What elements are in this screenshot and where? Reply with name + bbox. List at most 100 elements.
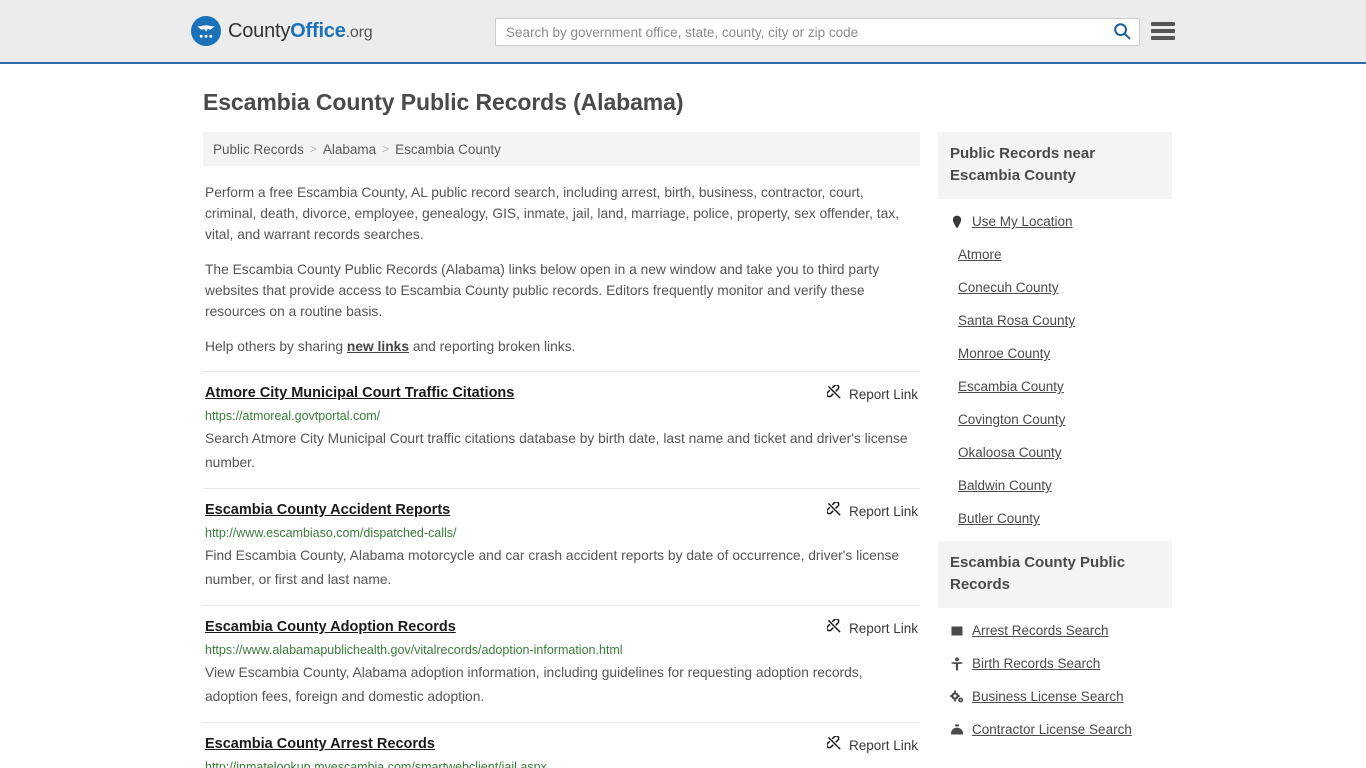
result-title-link[interactable]: Escambia County Adoption Records [205,618,456,636]
result-header: Atmore City Municipal Court Traffic Cita… [205,384,918,403]
intro-paragraph-2: The Escambia County Public Records (Alab… [205,262,880,319]
report-link-label: Report Link [848,503,918,519]
sidebar-nearby-link[interactable]: Escambia County [958,378,1064,395]
result-title-link[interactable]: Escambia County Accident Reports [205,501,450,519]
sidebar-nearby-link[interactable]: Conecuh County [958,279,1059,296]
content-columns: Public Records > Alabama > Escambia Coun… [0,132,1366,768]
result-item: Escambia County Adoption Records Report L… [203,605,920,722]
search-icon [1113,22,1131,43]
sidebar-records-item[interactable]: Birth Records Search [938,647,1172,680]
sidebar-records-list: Arrest Records Search Birth Records Searc… [938,608,1172,746]
sidebar-records-section: Escambia County Public Records Arrest Re… [938,541,1172,746]
sidebar-records-link[interactable]: Contractor License Search [972,721,1132,738]
result-url[interactable]: https://atmoreal.govtportal.com/ [205,409,918,424]
map-pin-icon [950,215,964,229]
result-item: Escambia County Arrest Records Report Lin… [203,722,920,768]
report-link-button[interactable]: Report Link [826,501,918,520]
sidebar-nearby-link[interactable]: Santa Rosa County [958,312,1075,329]
sidebar-nearby-list: Use My Location Atmore Conecuh County Santa… [938,199,1172,535]
broken-link-icon [826,618,842,637]
site-header: CountyOffice.org [0,0,1366,64]
sidebar-nearby-link[interactable]: Monroe County [958,345,1050,362]
sidebar-records-item[interactable]: Business License Search [938,680,1172,713]
breadcrumb-item-escambia-county[interactable]: Escambia County [395,142,501,157]
sidebar-records-item[interactable]: Contractor License Search [938,713,1172,746]
result-item: Escambia County Accident Reports Report L… [203,488,920,605]
report-link-button[interactable]: Report Link [826,735,918,754]
sidebar-records-link[interactable]: Arrest Records Search [972,622,1109,639]
new-links-link[interactable]: new links [347,339,409,354]
sidebar-nearby-item[interactable]: Covington County [938,403,1172,436]
sidebar-nearby-item[interactable]: Atmore [938,238,1172,271]
report-link-button[interactable]: Report Link [826,384,918,403]
site-logo-text: CountyOffice.org [228,19,373,43]
baby-icon [950,657,964,671]
broken-link-icon [826,735,842,754]
report-link-label: Report Link [848,620,918,636]
result-url[interactable]: http://www.escambiaso.com/dispatched-cal… [205,526,918,541]
sidebar-nearby-link[interactable]: Atmore [958,246,1002,263]
broken-link-icon [826,384,842,403]
search-input[interactable] [496,19,1105,45]
sidebar-nearby-item[interactable]: Monroe County [938,337,1172,370]
result-title-link[interactable]: Atmore City Municipal Court Traffic Cita… [205,384,514,402]
sidebar-nearby-link[interactable]: Use My Location [972,213,1073,230]
site-logo[interactable]: CountyOffice.org [191,16,373,46]
sidebar-records-link[interactable]: Birth Records Search [972,655,1100,672]
help-suffix: and reporting broken links. [409,339,576,354]
result-title-link[interactable]: Escambia County Arrest Records [205,735,435,753]
sidebar-nearby-link[interactable]: Covington County [958,411,1065,428]
help-prefix: Help others by sharing [205,339,347,354]
breadcrumb: Public Records > Alabama > Escambia Coun… [203,132,920,166]
brand-prefix: County [228,19,291,42]
result-description: Find Escambia County, Alabama motorcycle… [205,548,900,587]
result-url[interactable]: http://inmatelookup.myescambia.com/smart… [205,760,918,768]
sidebar-records-heading: Escambia County Public Records [938,541,1172,608]
breadcrumb-separator: > [309,142,317,156]
report-link-label: Report Link [848,737,918,753]
broken-link-icon [826,501,842,520]
sidebar-nearby-item[interactable]: Escambia County [938,370,1172,403]
result-header: Escambia County Adoption Records Report L… [205,618,918,637]
sidebar-nearby-item[interactable]: Use My Location [938,205,1172,238]
result-header: Escambia County Arrest Records Report Lin… [205,735,918,754]
sidebar-nearby-link[interactable]: Okaloosa County [958,444,1062,461]
brand-suffix: .org [345,23,373,41]
sidebar-nearby-heading: Public Records near Escambia County [938,132,1172,199]
sidebar-records-item[interactable]: Arrest Records Search [938,614,1172,647]
hamburger-bar [1151,22,1175,26]
cogs-icon [950,689,964,704]
hamburger-bar [1151,29,1175,33]
breadcrumb-item-alabama[interactable]: Alabama [323,142,376,157]
report-link-label: Report Link [848,386,918,402]
sidebar-nearby-link[interactable]: Butler County [958,510,1040,527]
sidebar: Public Records near Escambia County Use … [938,132,1172,768]
breadcrumb-item-public-records[interactable]: Public Records [213,142,304,157]
square-icon [950,624,964,638]
sidebar-nearby-item[interactable]: Baldwin County [938,469,1172,502]
sidebar-nearby-link[interactable]: Baldwin County [958,477,1052,494]
result-header: Escambia County Accident Reports Report L… [205,501,918,520]
search-bar[interactable] [495,18,1140,46]
result-description: View Escambia County, Alabama adoption i… [205,665,863,704]
brand-bold: Office [290,19,346,42]
hard-hat-icon [950,723,964,737]
intro-paragraph-1: Perform a free Escambia County, AL publi… [205,185,900,242]
report-link-button[interactable]: Report Link [826,618,918,637]
sidebar-nearby-item[interactable]: Santa Rosa County [938,304,1172,337]
sidebar-nearby-item[interactable]: Okaloosa County [938,436,1172,469]
breadcrumb-separator: > [382,142,390,156]
sidebar-records-link[interactable]: Business License Search [972,688,1124,705]
result-item: Atmore City Municipal Court Traffic Cita… [203,371,920,488]
sidebar-nearby-section: Public Records near Escambia County Use … [938,132,1172,535]
page-title: Escambia County Public Records (Alabama) [203,89,684,115]
sidebar-nearby-item[interactable]: Butler County [938,502,1172,535]
search-button[interactable] [1105,19,1139,45]
hamburger-menu-icon[interactable] [1151,20,1175,42]
results-list: Atmore City Municipal Court Traffic Cita… [203,371,920,768]
result-url[interactable]: https://www.alabamapublichealth.gov/vita… [205,643,918,658]
intro-text: Perform a free Escambia County, AL publi… [203,182,920,357]
sidebar-nearby-item[interactable]: Conecuh County [938,271,1172,304]
main-column: Public Records > Alabama > Escambia Coun… [203,132,920,768]
countyoffice-eagle-logo-icon [191,16,221,46]
